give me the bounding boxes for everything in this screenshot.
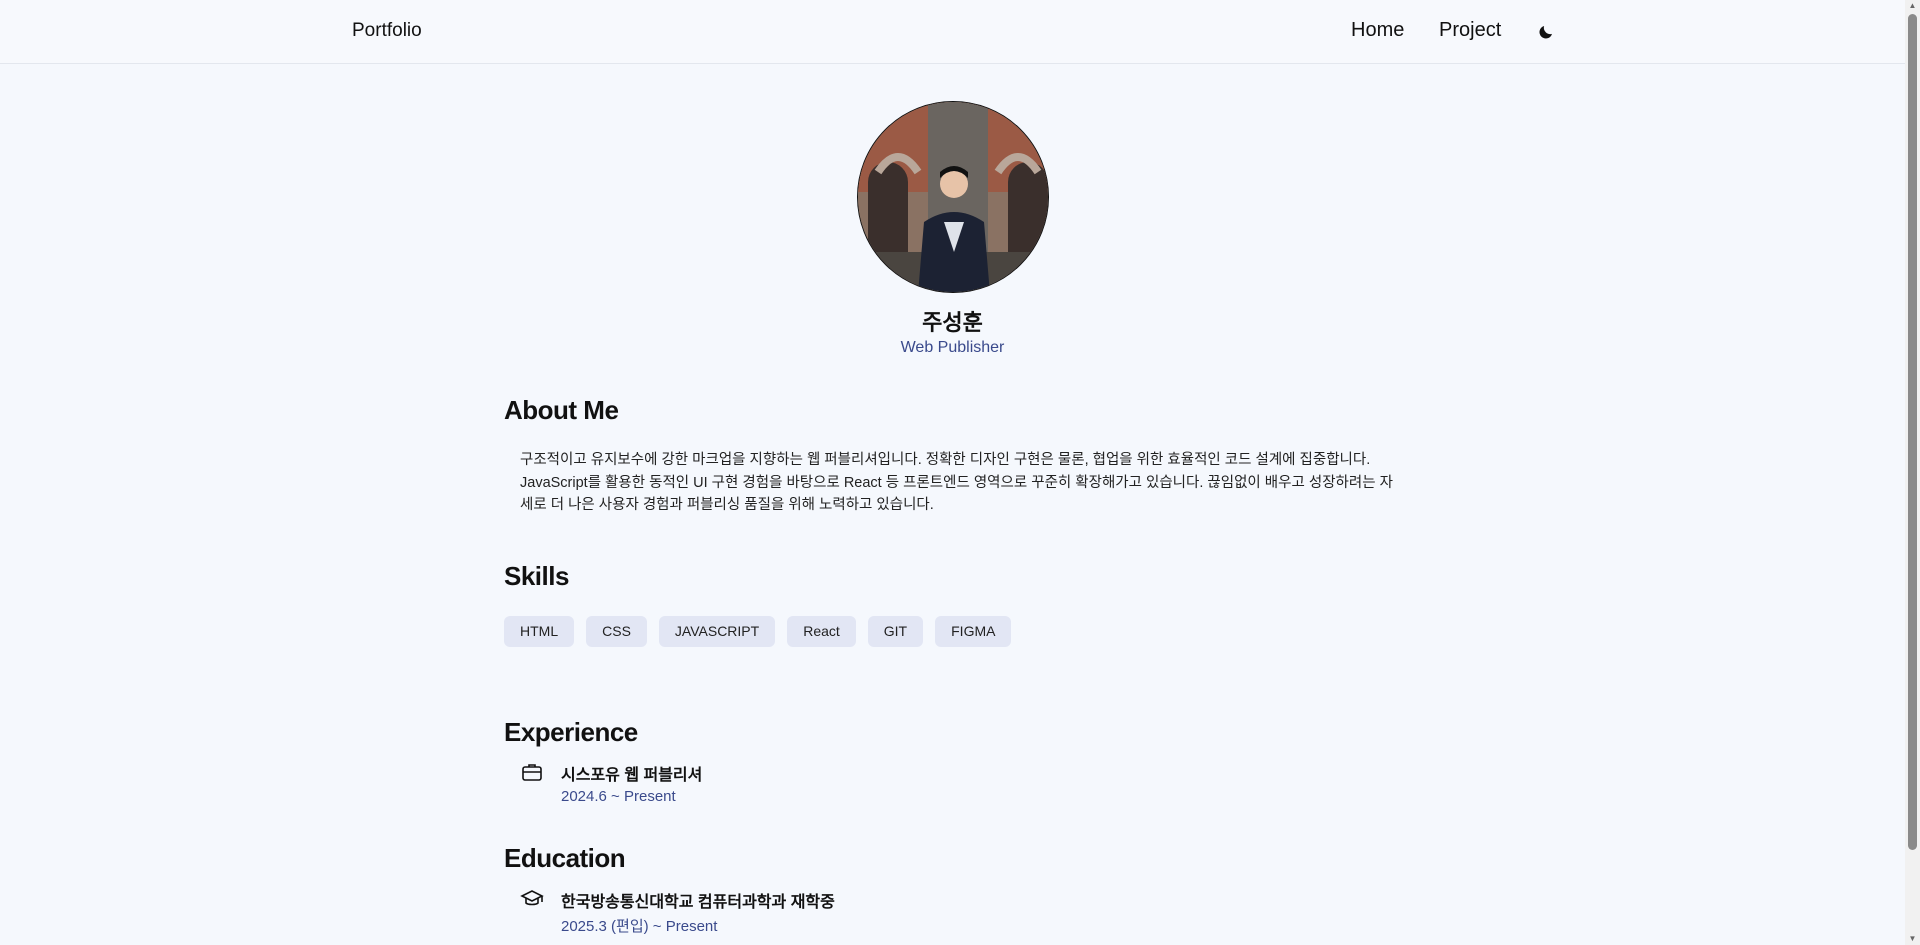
skills-list: HTML CSS JAVASCRIPT React GIT FIGMA bbox=[504, 616, 1012, 647]
moon-icon bbox=[1539, 26, 1552, 39]
briefcase-icon bbox=[520, 760, 544, 784]
profile-name: 주성훈 bbox=[922, 310, 983, 335]
skills-heading: Skills bbox=[504, 561, 569, 591]
skill-chip: GIT bbox=[867, 616, 924, 647]
experience-title: 시스포유 웹 퍼블리셔 bbox=[561, 767, 703, 784]
experience-heading: Experience bbox=[504, 717, 638, 747]
top-navbar: Portfolio Home Project bbox=[0, 0, 1905, 64]
about-heading: About Me bbox=[504, 395, 619, 425]
nav-home-link[interactable]: Home bbox=[1351, 19, 1404, 42]
graduation-cap-icon bbox=[520, 887, 544, 911]
scroll-thumb[interactable] bbox=[1908, 14, 1917, 850]
brand-link[interactable]: Portfolio bbox=[352, 20, 422, 42]
scroll-down-arrow-icon[interactable]: ▼ bbox=[1908, 935, 1917, 943]
nav-project-link[interactable]: Project bbox=[1439, 19, 1501, 42]
profile-photo bbox=[857, 101, 1049, 293]
education-date: 2025.3 (편입) ~ Present bbox=[561, 918, 718, 935]
theme-toggle-button[interactable] bbox=[1534, 20, 1558, 44]
scroll-up-arrow-icon[interactable]: ▲ bbox=[1908, 2, 1917, 10]
about-text: 구조적이고 유지보수에 강한 마크업을 지향하는 웹 퍼블리셔입니다. 정확한 … bbox=[520, 452, 1393, 513]
skill-chip: CSS bbox=[586, 616, 647, 647]
page-scrollbar[interactable]: ▲ ▼ bbox=[1905, 0, 1920, 945]
skill-chip: HTML bbox=[504, 616, 575, 647]
skill-chip: FIGMA bbox=[935, 616, 1012, 647]
skill-chip: JAVASCRIPT bbox=[658, 616, 776, 647]
skill-chip: React bbox=[787, 616, 856, 647]
education-heading: Education bbox=[504, 843, 626, 873]
experience-date: 2024.6 ~ Present bbox=[561, 788, 676, 805]
profile-role: Web Publisher bbox=[900, 339, 1005, 356]
education-title: 한국방송통신대학교 컴퓨터과학과 재학중 bbox=[561, 894, 835, 911]
